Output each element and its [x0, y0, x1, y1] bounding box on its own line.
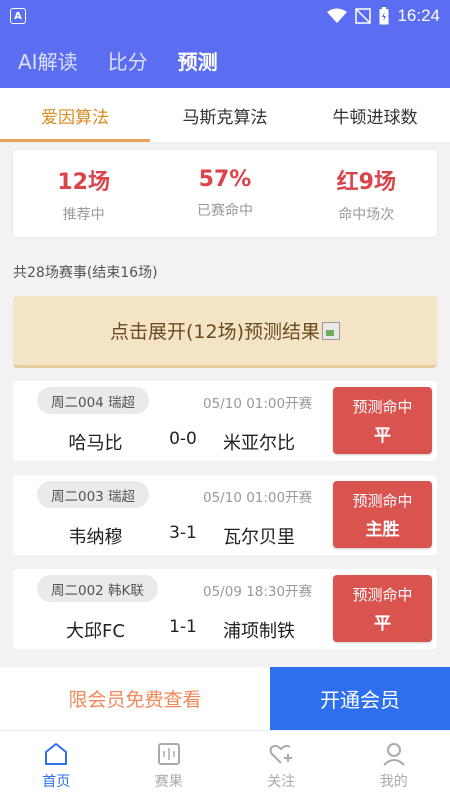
- match-tag: 周二004 瑞超: [37, 387, 150, 414]
- match-time: 05/10 01:00开赛: [203, 490, 313, 506]
- tab-results[interactable]: 赛果: [113, 731, 226, 800]
- home-team: 韦纳穆: [68, 527, 123, 548]
- tab-label: 首页: [42, 773, 71, 790]
- match-card[interactable]: 周二002 韩K联 05/09 18:30开赛 大邱FC 1-1 浦项制铁 预测…: [13, 569, 437, 649]
- badge-result: 平: [374, 425, 391, 446]
- tab-home[interactable]: 首页: [0, 731, 113, 800]
- match-card[interactable]: 周二004 瑞超 05/10 01:00开赛 哈马比 0-0 米亚尔比 预测命中…: [13, 381, 437, 461]
- home-icon: [45, 742, 68, 765]
- scoreboard-icon: [157, 742, 180, 765]
- member-free-view-button[interactable]: 限会员免费查看: [0, 667, 270, 730]
- tab-follow[interactable]: 关注: [225, 731, 338, 800]
- match-score: 0-0: [169, 429, 197, 449]
- badge-result: 主胜: [365, 519, 400, 540]
- user-icon: [383, 742, 405, 766]
- tab-label: 关注: [267, 773, 296, 790]
- badge-title: 预测命中: [352, 397, 413, 416]
- stat-hit-rate: 57% 已赛命中: [154, 150, 295, 237]
- badge-result: 平: [374, 613, 391, 634]
- prediction-hit-badge: 预测命中 平: [333, 575, 432, 642]
- tab-newton-goals[interactable]: 牛顿进球数: [300, 88, 450, 142]
- battery-icon: [379, 7, 389, 25]
- match-score: 1-1: [169, 617, 197, 637]
- tab-einstein-algorithm[interactable]: 爱因算法: [0, 88, 150, 142]
- broken-image-icon: [322, 321, 340, 340]
- match-card[interactable]: 周二003 瑞超 05/10 01:00开赛 韦纳穆 3-1 瓦尔贝里 预测命中…: [13, 475, 437, 555]
- stat-value: 12场: [57, 169, 110, 195]
- tab-label: 我的: [379, 773, 408, 790]
- no-signal-icon: [355, 8, 372, 24]
- app-notification-icon: A: [10, 8, 26, 24]
- stat-value: 红9场: [336, 169, 396, 195]
- home-team: 大邱FC: [66, 621, 125, 642]
- open-membership-button[interactable]: 开通会员: [270, 667, 450, 730]
- match-tag: 周二002 韩K联: [37, 575, 158, 602]
- match-time: 05/10 01:00开赛: [203, 396, 313, 412]
- heart-plus-icon: [269, 744, 293, 764]
- status-time: 16:24: [397, 6, 440, 25]
- expand-results-button[interactable]: 点击展开(12场)预测结果: [13, 296, 437, 368]
- tab-mine[interactable]: 我的: [338, 731, 450, 800]
- prediction-hit-badge: 预测命中 主胜: [333, 481, 432, 548]
- match-tag: 周二003 瑞超: [37, 481, 150, 508]
- match-time: 05/09 18:30开赛: [203, 584, 313, 600]
- stat-hit-count: 红9场 命中场次: [296, 150, 437, 237]
- stat-recommending: 12场 推荐中: [13, 150, 154, 237]
- top-nav: AI解读 比分 预测: [0, 32, 450, 88]
- badge-title: 预测命中: [352, 585, 413, 604]
- membership-bar: 限会员免费查看 开通会员: [0, 667, 450, 730]
- home-team: 哈马比: [68, 433, 123, 454]
- tab-scores[interactable]: 比分: [108, 46, 148, 75]
- bottom-tab-bar: 首页 赛果 关注 我的: [0, 730, 450, 800]
- tab-ai-analysis[interactable]: AI解读: [18, 46, 78, 75]
- expand-label: 点击展开(12场)预测结果: [109, 321, 320, 343]
- stat-label: 已赛命中: [196, 203, 253, 219]
- wifi-icon: [327, 8, 348, 23]
- away-team: 浦项制铁: [223, 621, 295, 642]
- tab-predictions[interactable]: 预测: [178, 46, 218, 75]
- stat-label: 命中场次: [338, 206, 395, 223]
- prediction-hit-badge: 预测命中 平: [333, 387, 432, 454]
- status-icons: 16:24: [327, 6, 440, 26]
- away-team: 瓦尔贝里: [223, 527, 295, 548]
- stat-value: 57%: [198, 167, 252, 192]
- stats-card: 12场 推荐中 57% 已赛命中 红9场 命中场次: [13, 150, 437, 237]
- match-summary: 共28场赛事(结束16场): [13, 265, 158, 281]
- tab-musk-algorithm[interactable]: 马斯克算法: [150, 88, 300, 142]
- status-bar: A 16:24: [0, 0, 450, 32]
- tab-label: 赛果: [154, 773, 183, 790]
- stat-label: 推荐中: [62, 206, 105, 223]
- match-score: 3-1: [169, 523, 197, 543]
- badge-title: 预测命中: [352, 491, 413, 510]
- away-team: 米亚尔比: [223, 433, 295, 454]
- algorithm-tabs: 爱因算法 马斯克算法 牛顿进球数: [0, 88, 450, 143]
